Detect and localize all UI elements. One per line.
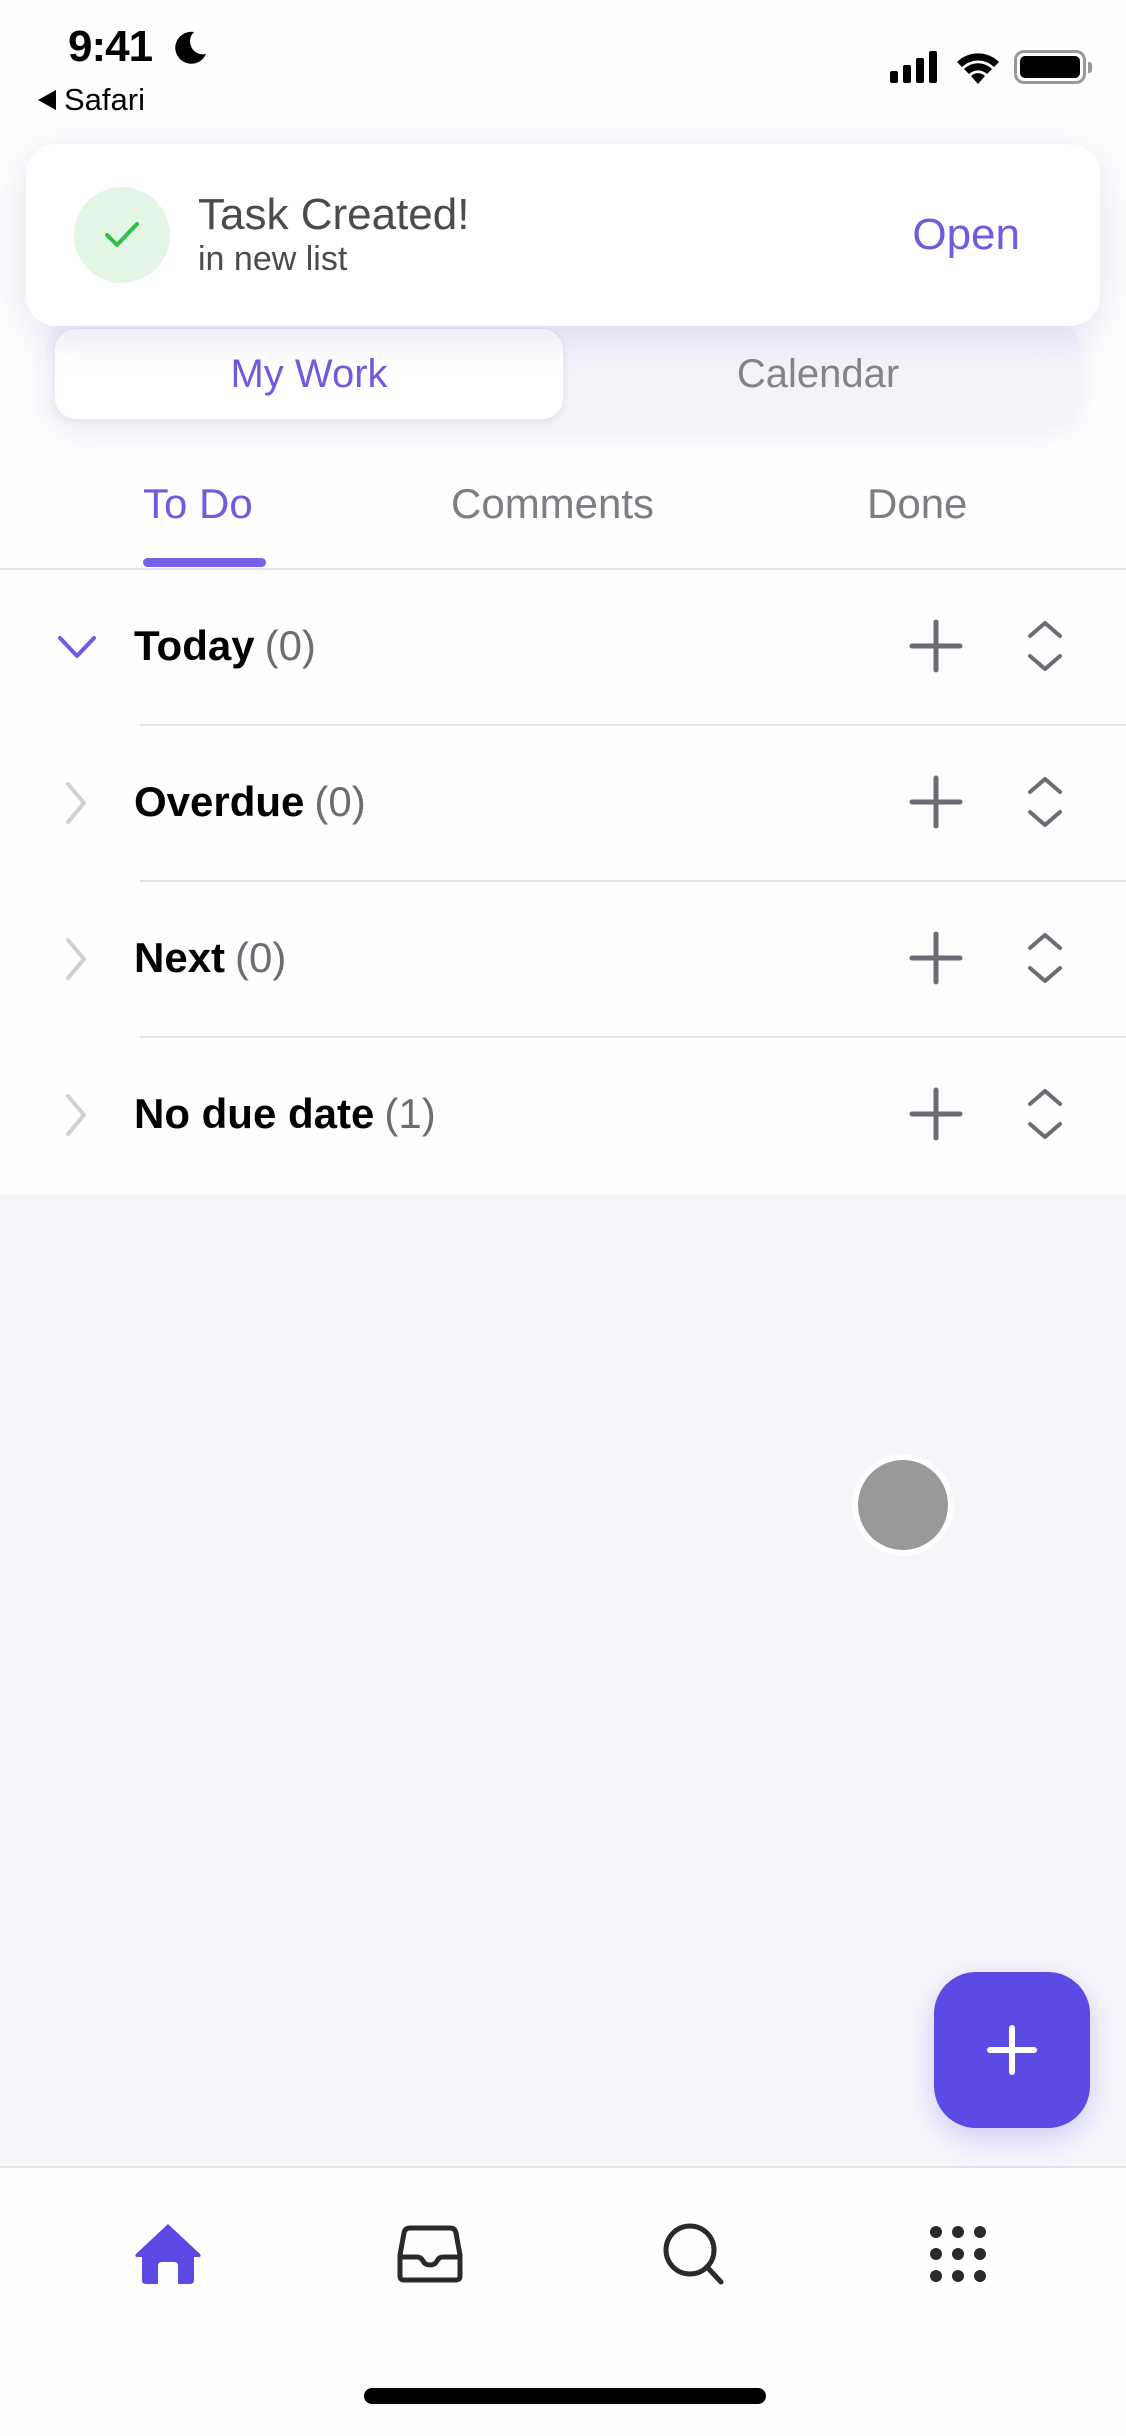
status-time: 9:41 — [68, 22, 153, 71]
section-count: (0) — [264, 622, 316, 669]
view-option-my-work[interactable]: My Work — [54, 328, 564, 420]
sort-icon[interactable] — [1020, 772, 1070, 832]
add-task-icon[interactable] — [906, 1084, 966, 1144]
section-title: Overdue (0) — [134, 778, 366, 826]
touch-indicator — [858, 1460, 948, 1550]
tab-bar: To Do Comments Done — [0, 460, 1126, 570]
view-switcher: My Work Calendar — [46, 322, 1080, 426]
section-title: Next (0) — [134, 934, 286, 982]
tab-comments[interactable]: Comments — [451, 480, 654, 528]
section-name: Next — [134, 934, 226, 981]
section-title: Today (0) — [134, 622, 316, 670]
sort-icon[interactable] — [1020, 928, 1070, 988]
back-app-label: Safari — [64, 82, 145, 117]
plus-icon — [987, 2025, 1037, 2075]
view-option-calendar[interactable]: Calendar — [564, 328, 1072, 420]
toast-open-button[interactable]: Open — [912, 210, 1020, 260]
nav-home[interactable] — [128, 2214, 208, 2294]
status-bar: 9:41 Safari — [0, 0, 1126, 140]
new-task-fab-button[interactable] — [934, 1972, 1090, 2128]
section-overdue[interactable]: Overdue (0) — [0, 726, 1126, 882]
back-to-safari-link[interactable]: Safari — [38, 82, 145, 118]
section-no-due-date[interactable]: No due date (1) — [0, 1038, 1126, 1194]
checkmark-icon — [105, 222, 139, 247]
inbox-icon — [397, 2225, 463, 2283]
nav-inbox[interactable] — [390, 2214, 470, 2294]
section-name: Today — [134, 622, 255, 669]
home-indicator[interactable] — [364, 2388, 766, 2404]
chevron-down-icon[interactable] — [52, 622, 102, 672]
toast-success-badge — [74, 187, 170, 283]
section-next[interactable]: Next (0) — [0, 882, 1126, 1038]
tab-done[interactable]: Done — [867, 480, 967, 528]
back-triangle-icon — [38, 90, 56, 110]
sort-icon[interactable] — [1020, 1084, 1070, 1144]
section-count: (0) — [235, 934, 287, 981]
add-task-icon[interactable] — [906, 928, 966, 988]
grid-dots-icon — [930, 2226, 986, 2282]
section-name: Overdue — [134, 778, 305, 825]
task-created-toast[interactable]: Task Created! in new list Open — [26, 144, 1100, 326]
tab-to-do[interactable]: To Do — [143, 480, 253, 528]
status-icons — [890, 50, 1092, 84]
cellular-signal-icon — [890, 51, 937, 83]
task-sections: Today (0) Overdue (0) Next (0) No due da… — [0, 570, 1126, 1194]
toast-title: Task Created! — [198, 190, 470, 239]
nav-apps[interactable] — [918, 2214, 998, 2294]
chevron-right-icon[interactable] — [52, 1090, 102, 1140]
section-title: No due date (1) — [134, 1090, 436, 1138]
add-task-icon[interactable] — [906, 616, 966, 676]
nav-search[interactable] — [654, 2214, 734, 2294]
home-icon — [135, 2224, 201, 2284]
wifi-icon — [957, 53, 999, 84]
active-tab-indicator — [143, 558, 266, 567]
section-name: No due date — [134, 1090, 375, 1137]
section-today[interactable]: Today (0) — [0, 570, 1126, 726]
chevron-right-icon[interactable] — [52, 778, 102, 828]
battery-icon — [1014, 50, 1092, 84]
section-count: (0) — [314, 778, 366, 825]
search-icon — [663, 2223, 724, 2285]
chevron-right-icon[interactable] — [52, 934, 102, 984]
moon-icon — [175, 31, 206, 64]
section-count: (1) — [384, 1090, 436, 1137]
toast-subtitle: in new list — [198, 240, 348, 278]
add-task-icon[interactable] — [906, 772, 966, 832]
sort-icon[interactable] — [1020, 616, 1070, 676]
